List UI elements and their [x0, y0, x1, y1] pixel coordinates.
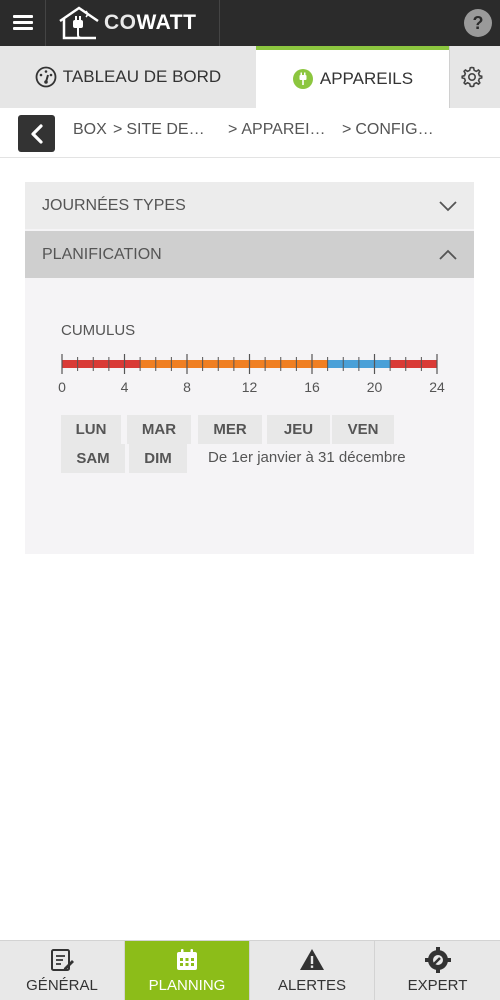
question-icon: ?: [472, 12, 484, 33]
menu-button[interactable]: [0, 0, 46, 46]
tab-dashboard[interactable]: TABLEAU DE BORD: [0, 46, 256, 108]
breadcrumb: BOX > SITE DE… > APPAREI… > CONFIG…: [0, 108, 500, 158]
calendar-icon: [177, 949, 197, 970]
journees-types-label: JOURNÉES TYPES: [42, 196, 186, 214]
day-lun[interactable]: LUN: [61, 415, 121, 444]
nav-general-label: GÉNÉRAL: [26, 977, 98, 994]
tab-settings[interactable]: [449, 46, 500, 108]
nav-alertes[interactable]: ALERTES: [250, 941, 375, 1000]
gauge-icon: [35, 66, 57, 88]
timeline-segment-0: [62, 360, 141, 368]
top-bar: COWATT ?: [0, 0, 500, 46]
gear-wrench-icon: [424, 947, 451, 973]
nav-alertes-label: ALERTES: [277, 977, 347, 994]
breadcrumb-appareil[interactable]: > APPAREI…: [228, 121, 326, 139]
chevron-down-icon: [439, 201, 457, 212]
chevron-left-icon: [30, 123, 43, 144]
nav-expert-label: EXPERT: [407, 977, 468, 994]
gear-icon: [461, 66, 483, 88]
accordion-journees-types[interactable]: JOURNÉES TYPES: [25, 182, 474, 229]
logo-suffix: WATT: [136, 11, 197, 34]
comwatt-logo: COWATT: [56, 4, 196, 42]
nav-expert[interactable]: EXPERT: [375, 941, 500, 1000]
planification-label: PLANIFICATION: [42, 245, 162, 263]
device-label: CUMULUS: [61, 322, 136, 339]
timeline-tick-label: 0: [58, 379, 66, 395]
timeline-tick-label: 24: [429, 379, 445, 395]
document-edit-icon: [51, 949, 74, 971]
plug-icon: [292, 69, 313, 89]
nav-general[interactable]: GÉNÉRAL: [0, 941, 125, 1000]
house-plug-icon: [59, 6, 99, 40]
topbar-divider: [219, 0, 220, 46]
timeline-tick-label: 8: [183, 379, 191, 395]
breadcrumb-site[interactable]: > SITE DE…: [113, 121, 205, 139]
day-mer[interactable]: MER: [198, 415, 262, 444]
nav-planning-label: PLANNING: [148, 977, 226, 994]
breadcrumb-config[interactable]: > CONFIG…: [342, 121, 434, 139]
main-tabs: TABLEAU DE BORD APPAREILS: [0, 46, 500, 108]
tab-devices[interactable]: APPAREILS: [256, 46, 449, 108]
chevron-up-icon: [439, 249, 457, 260]
nav-planning[interactable]: PLANNING: [125, 941, 250, 1000]
timeline-bar: [61, 354, 438, 374]
back-button[interactable]: [18, 115, 55, 152]
timeline-tick-label: 12: [241, 379, 258, 395]
day-ven[interactable]: VEN: [332, 415, 394, 444]
bottom-nav: GÉNÉRAL PLANNING ALERTES EXPERT: [0, 940, 500, 1000]
timeline-tick-label: 4: [120, 379, 129, 395]
logo-prefix: CO: [104, 11, 137, 34]
hamburger-icon: [12, 15, 33, 31]
day-dim[interactable]: DIM: [129, 444, 187, 473]
day-jeu[interactable]: JEU: [267, 415, 330, 444]
planning-accordion: JOURNÉES TYPES PLANIFICATION CUMULUS 0 4 8…: [25, 182, 474, 554]
timeline-tick-label: 20: [366, 379, 383, 395]
day-mar[interactable]: MAR: [127, 415, 191, 444]
day-sam[interactable]: SAM: [61, 444, 125, 473]
tab-devices-label: APPAREILS: [319, 69, 414, 88]
warning-icon: [300, 949, 324, 970]
help-button[interactable]: ?: [464, 9, 492, 37]
timeline-tick-label: 16: [304, 379, 320, 395]
timeline-segment-3: [390, 360, 437, 368]
accordion-planification[interactable]: PLANIFICATION: [25, 231, 474, 278]
tab-dashboard-label: TABLEAU DE BORD: [62, 67, 222, 86]
date-range-text: De 1er janvier à 31 décembre: [208, 449, 406, 466]
schedule-timeline[interactable]: 0 4 8 12 16 20 24: [58, 352, 445, 402]
breadcrumb-box[interactable]: BOX: [73, 121, 107, 139]
